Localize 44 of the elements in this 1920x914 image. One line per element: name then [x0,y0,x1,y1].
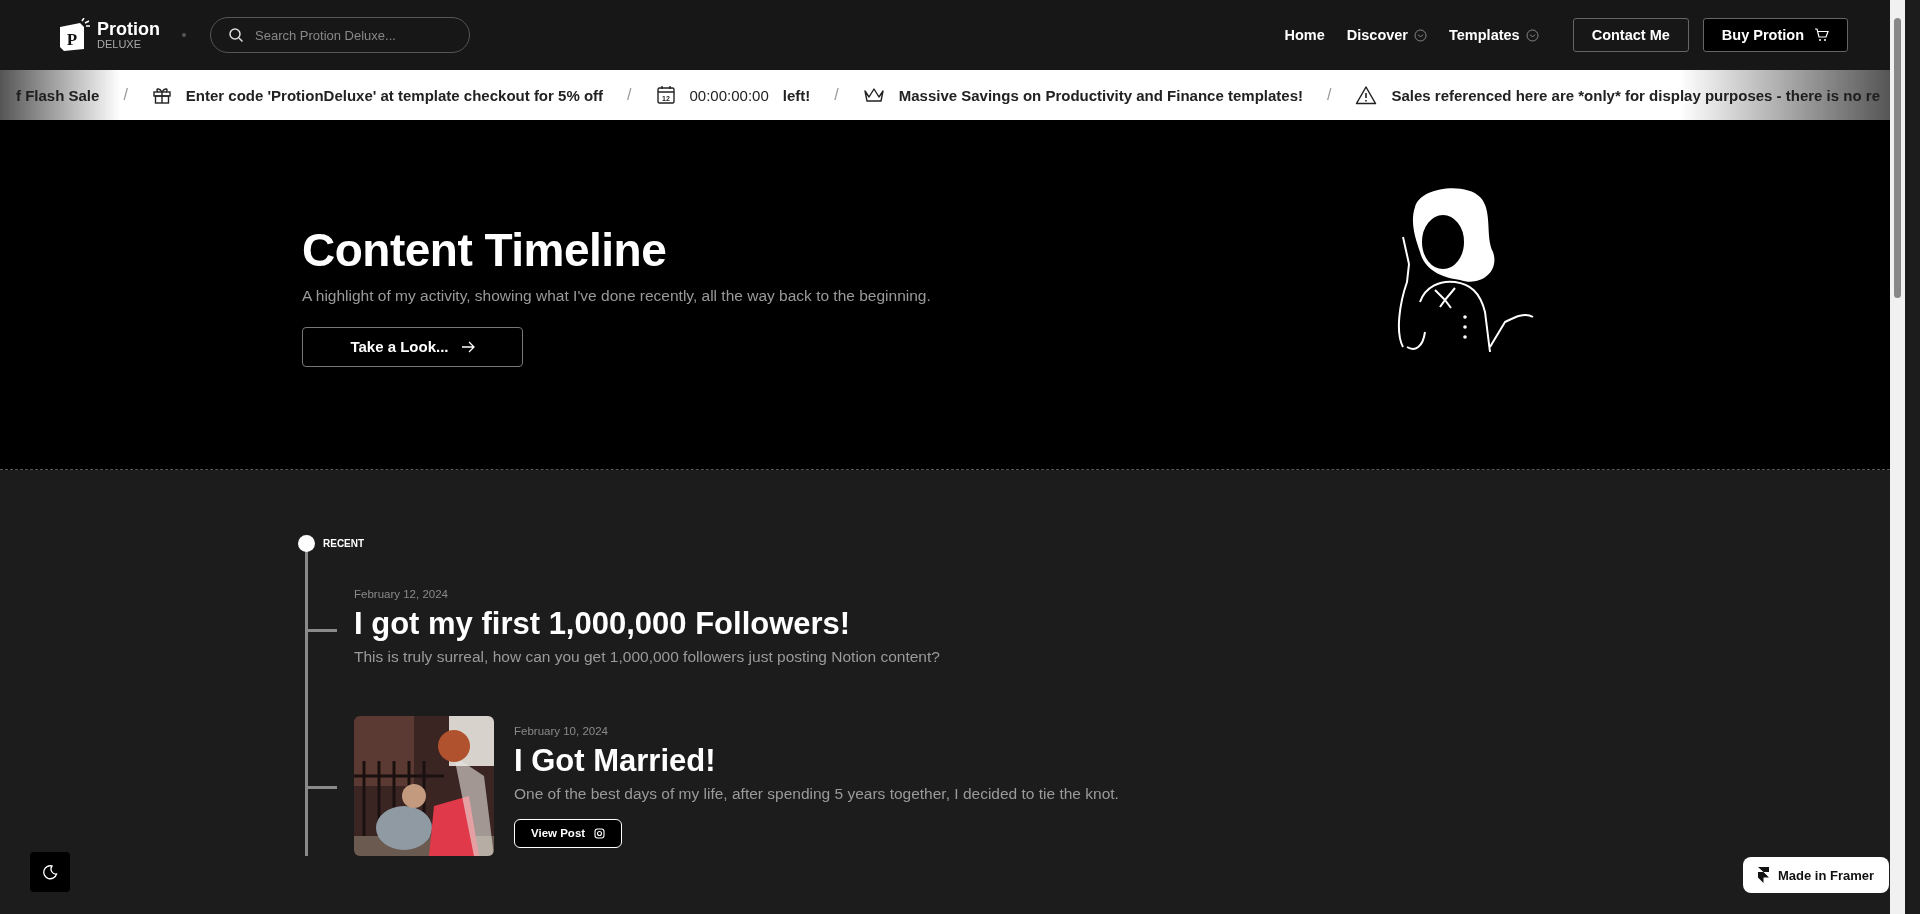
cart-icon [1814,28,1829,42]
separator: / [834,86,839,104]
crown-icon [862,86,885,104]
timeline-label: RECENT [323,538,365,549]
made-in-framer-badge[interactable]: Made in Framer [1743,857,1890,893]
nav-link[interactable]: Discover [1346,27,1427,43]
nav-link[interactable]: Templates [1449,27,1539,43]
nav-link[interactable]: Home [1284,27,1325,43]
page-subtitle: A highlight of my activity, showing what I've done recently, all the way back to the beginning. [302,286,932,305]
chevron-down-icon [1525,28,1539,42]
ticker-text: 00:00:00:00 [689,86,769,104]
nav-button[interactable]: Contact Me [1572,18,1689,52]
timeline-dot [298,535,315,552]
ticker-text: f Flash Sale [16,86,100,104]
gift-icon [151,85,172,105]
ticker-text: left! [782,86,811,104]
nav-button[interactable]: Buy Protion [1702,18,1848,52]
scrollbar[interactable] [1890,0,1905,914]
take-a-look-button[interactable]: Take a Look... [302,326,523,367]
moon-icon [42,864,58,880]
brand-name[interactable]: Protion [97,20,160,38]
warning-icon [1355,85,1378,105]
ticker-text: Enter code 'ProtionDeluxe' at template checkout for 5% off [185,86,604,104]
entry-date: February 12, 2024 [354,588,448,600]
separator: / [1327,86,1332,104]
camera-icon [594,827,606,839]
ticker-text: Massive Savings on Productivity and Finance templates! [898,86,1303,104]
theme-toggle-button[interactable] [30,852,70,892]
ticker-text: Sales referenced here are *only* for display purposes - there is no re [1391,86,1880,104]
entry-title: I Got Married! [514,742,716,779]
entry-description: One of the best days of my life, after spending 5 years together, I decided to tie the knot. [514,784,1119,803]
brand-subtitle: DELUXE [97,39,143,50]
arrow-right-icon [460,340,475,353]
entry-date: February 10, 2024 [514,724,608,737]
framer-logo-icon [1758,867,1769,883]
chevron-down-icon [1414,28,1427,42]
search-icon [228,27,244,43]
page-title: Content Timeline [302,222,668,277]
search-field[interactable]: Search Protion Deluxe... [210,17,470,53]
separator: / [123,86,128,104]
entry-description: This is truly surreal, how can you get 1,000,000 followers just posting Notion content? [354,648,940,666]
separator: / [627,86,632,104]
entry-title: I got my first 1,000,000 Followers! [354,606,851,642]
view-post-button[interactable]: View Post [514,818,623,848]
